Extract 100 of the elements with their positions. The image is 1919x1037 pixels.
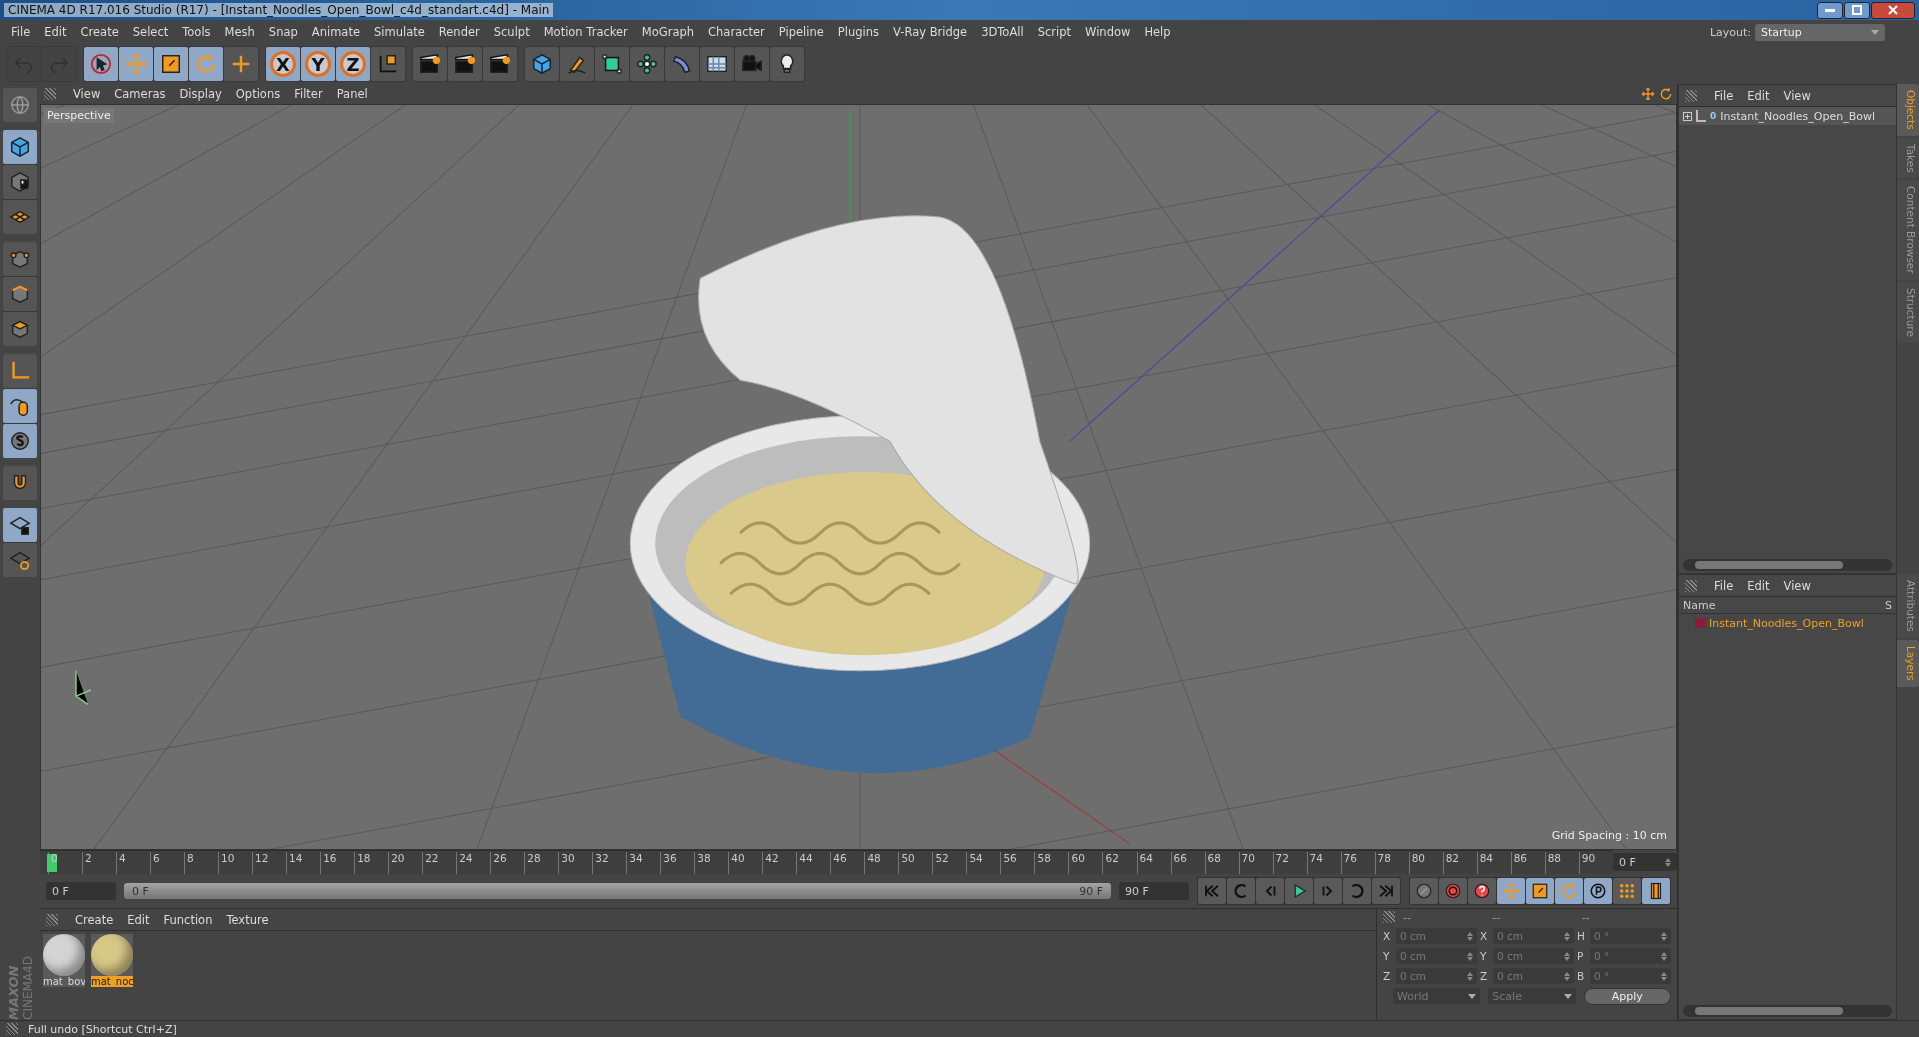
menu-item[interactable]: Sculpt	[486, 25, 537, 39]
key-tool-button[interactable]	[1642, 878, 1670, 904]
tool-button[interactable]	[525, 47, 559, 81]
key-tool-button[interactable]	[1468, 878, 1496, 904]
menu-item[interactable]: V-Ray Bridge	[886, 25, 975, 39]
view-menu-item[interactable]: View	[66, 87, 108, 101]
horizontal-scrollbar[interactable]	[1683, 1005, 1892, 1017]
view-menu-item[interactable]: Filter	[287, 87, 330, 101]
key-tool-button[interactable]	[1439, 878, 1467, 904]
view-menu-item[interactable]: Options	[228, 87, 288, 101]
tool-button[interactable]	[770, 47, 804, 81]
view-menu-item[interactable]: Display	[172, 87, 229, 101]
spinner-arrows-icon[interactable]	[1564, 971, 1570, 981]
tool-button[interactable]	[371, 47, 405, 81]
menu-item[interactable]: Character	[701, 25, 772, 39]
object-row[interactable]: 0 Instant_Noodles_Open_Bowl	[1679, 107, 1896, 125]
spinner-arrows-icon[interactable]	[1661, 951, 1667, 961]
spinner-arrows-icon[interactable]	[1467, 951, 1473, 961]
key-tool-button[interactable]	[1410, 878, 1438, 904]
tool-button[interactable]	[413, 47, 447, 81]
transport-button[interactable]	[1372, 878, 1400, 904]
grip-icon[interactable]	[1383, 911, 1395, 923]
menu-item[interactable]: Plugins	[830, 25, 887, 39]
menu-item[interactable]: 3DToAll	[974, 25, 1031, 39]
grip-icon[interactable]	[1685, 579, 1697, 592]
mode-button[interactable]	[3, 277, 37, 311]
restore-button[interactable]	[1844, 1, 1870, 19]
menu-item[interactable]: Animate	[304, 25, 367, 39]
mode-button[interactable]	[3, 424, 37, 458]
mode-button[interactable]	[3, 354, 37, 388]
mode-button[interactable]	[3, 543, 37, 577]
material-swatch[interactable]: mat_bov	[43, 934, 85, 987]
menu-item[interactable]: Script	[1030, 25, 1079, 39]
spinner-arrows-icon[interactable]	[1467, 931, 1473, 941]
tool-button[interactable]	[595, 47, 629, 81]
view-menu-item[interactable]: Cameras	[107, 87, 173, 101]
grip-icon[interactable]	[6, 1023, 18, 1035]
grip-icon[interactable]	[1685, 89, 1697, 102]
material-swatch[interactable]: mat_noc	[91, 934, 133, 987]
layers-menu-item[interactable]: Edit	[1740, 578, 1777, 593]
close-button[interactable]	[1871, 1, 1915, 19]
horizontal-scrollbar[interactable]	[1683, 559, 1892, 572]
axis-lock-button[interactable]: Z	[336, 47, 370, 81]
menu-item[interactable]: Simulate	[367, 25, 432, 39]
spinner-arrows-icon[interactable]	[1564, 931, 1570, 941]
mode-button[interactable]	[3, 312, 37, 346]
material-menu-item[interactable]: Create	[68, 912, 121, 927]
layers-menu-item[interactable]: File	[1707, 578, 1741, 593]
menu-item[interactable]: Window	[1078, 25, 1138, 39]
menu-item[interactable]: File	[4, 25, 38, 39]
menu-item[interactable]: Pipeline	[771, 25, 831, 39]
objects-menu-item[interactable]: View	[1776, 88, 1818, 103]
tool-button[interactable]	[154, 47, 188, 81]
material-menu-item[interactable]: Texture	[219, 912, 276, 927]
mode-button[interactable]	[3, 130, 37, 164]
mode-button[interactable]	[3, 466, 37, 500]
mode-button[interactable]	[3, 200, 37, 234]
menu-item[interactable]: Create	[73, 25, 126, 39]
view-menu-item[interactable]: Panel	[329, 87, 375, 101]
material-menu-item[interactable]: Function	[156, 912, 220, 927]
timeline-ruler[interactable]: 0 2 4 6 8 10 12 14 16 18 20 22 24 26 28 30 32 34 36 38 40 42 44 46 48 50 52 54 56 58 60 62 64 66 68 70 72 74 76 78 80 82 84 86 88 90	[40, 850, 1613, 874]
menu-item[interactable]: Mesh	[217, 25, 262, 39]
current-frame-field[interactable]: 0 F	[1613, 853, 1677, 871]
layout-dropdown[interactable]: Startup	[1755, 23, 1885, 41]
objects-menu-item[interactable]: File	[1707, 88, 1741, 103]
spinner-arrows-icon[interactable]	[1564, 951, 1570, 961]
menu-item[interactable]: MoGraph	[634, 25, 702, 39]
menu-item[interactable]: Snap	[261, 25, 305, 39]
menu-item[interactable]: Edit	[37, 25, 74, 39]
spinner-arrows-icon[interactable]	[1661, 971, 1667, 981]
mode-button[interactable]	[3, 165, 37, 199]
minimize-button[interactable]	[1817, 1, 1843, 19]
transport-button[interactable]	[1256, 878, 1284, 904]
spinner-arrows-icon[interactable]	[1661, 931, 1667, 941]
tool-button[interactable]	[700, 47, 734, 81]
menu-item[interactable]: Select	[125, 25, 176, 39]
tool-button[interactable]	[448, 47, 482, 81]
axis-lock-button[interactable]: Y	[301, 47, 335, 81]
frame-range-slider[interactable]: 0 F 90 F	[124, 883, 1111, 899]
material-menu-item[interactable]: Edit	[120, 912, 157, 927]
tool-button[interactable]	[84, 47, 118, 81]
grip-icon[interactable]	[44, 88, 56, 100]
tool-button[interactable]	[630, 47, 664, 81]
transport-button[interactable]	[1285, 878, 1313, 904]
axis-lock-button[interactable]: X	[266, 47, 300, 81]
spinner-arrows-icon[interactable]	[1467, 971, 1473, 981]
mode-button[interactable]	[3, 508, 37, 542]
menu-item[interactable]: Render	[431, 25, 487, 39]
grip-icon[interactable]	[46, 913, 58, 926]
layers-menu-item[interactable]: View	[1776, 578, 1818, 593]
tool-button[interactable]	[560, 47, 594, 81]
menu-item[interactable]: Help	[1137, 25, 1178, 39]
3d-viewport[interactable]: Perspective Grid Spacing : 10 cm	[40, 104, 1677, 850]
mode-button[interactable]	[3, 242, 37, 276]
tool-button[interactable]	[483, 47, 517, 81]
transport-button[interactable]	[1198, 878, 1226, 904]
key-tool-button[interactable]	[1526, 878, 1554, 904]
objects-menu-item[interactable]: Edit	[1740, 88, 1777, 103]
spinner-arrows-icon[interactable]	[1665, 857, 1671, 867]
expand-icon[interactable]	[1683, 111, 1692, 121]
